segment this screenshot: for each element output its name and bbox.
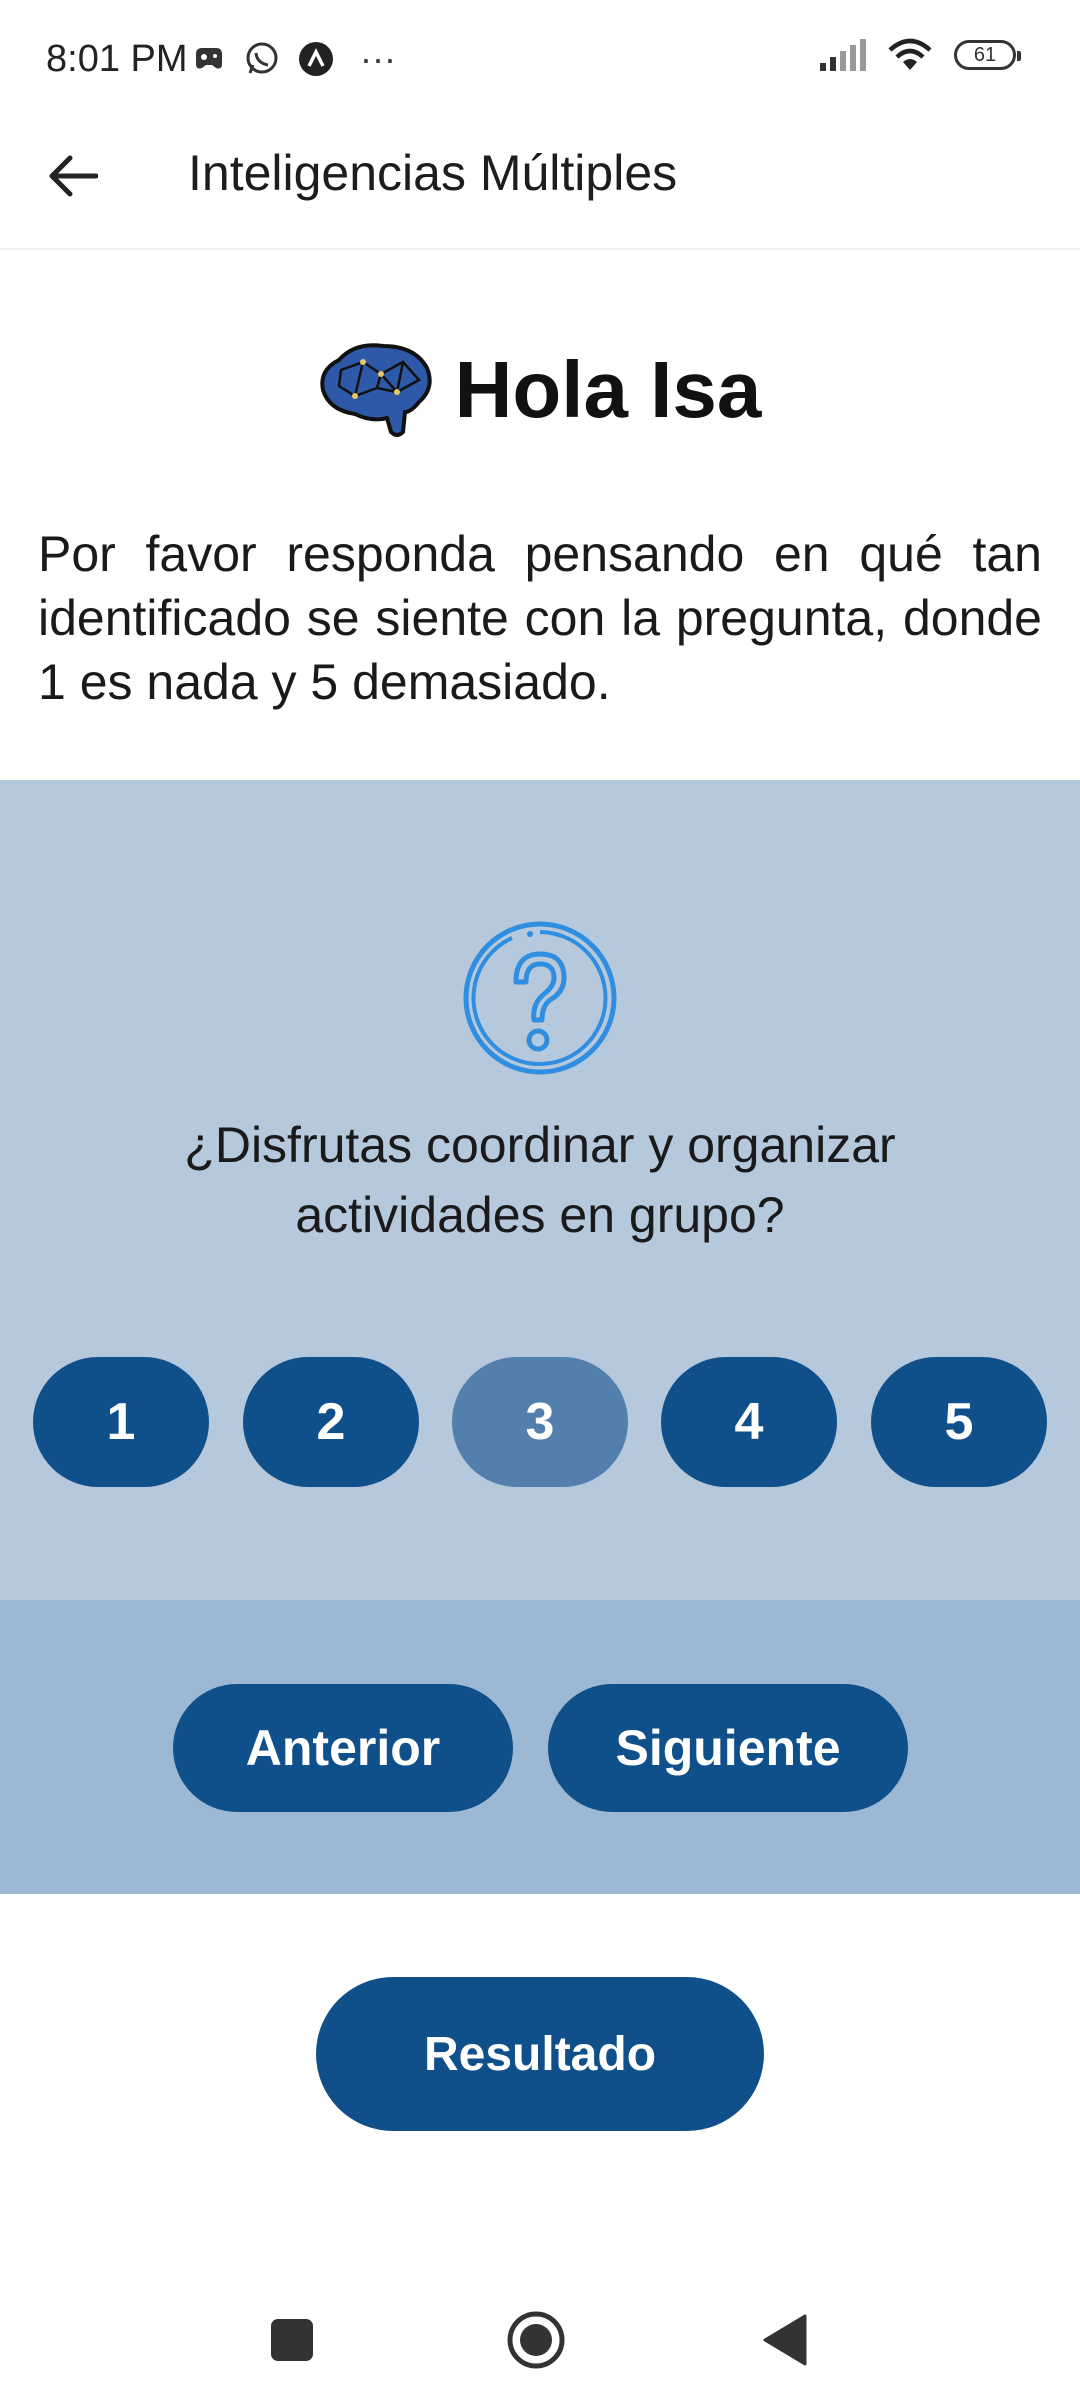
page-title: Inteligencias Múltiples [188,145,678,201]
square-icon [271,2319,313,2361]
question-navigation: Anterior Siguiente [0,1600,1080,1894]
answer-option-3[interactable]: 3 [452,1357,628,1487]
greeting-title: Hola Isa [454,345,762,434]
next-button[interactable]: Siguiente [548,1684,908,1812]
system-navigation-bar [0,2280,1080,2400]
answer-option-2[interactable]: 2 [243,1357,419,1487]
app-icon [298,41,334,77]
more-notifications-icon: ··· [360,38,396,79]
arrow-left-icon [49,155,98,197]
answer-option-4[interactable]: 4 [661,1357,837,1487]
previous-button[interactable]: Anterior [173,1684,513,1812]
battery-icon: 61 [954,40,1021,70]
whatsapp-icon [244,41,280,77]
question-panel: ¿Disfrutas coordinar y organizar activid… [0,780,1080,1600]
status-bar: 8:01 PM ··· 61 [0,0,1080,120]
signal-icon [818,39,866,71]
back-button[interactable] [36,140,108,212]
game-controller-icon [192,44,226,74]
status-time: 8:01 PM [46,38,188,80]
app-bar: Inteligencias Múltiples [0,120,1080,250]
recent-apps-button[interactable] [260,2308,324,2372]
greeting-header: Hola Isa [0,340,1080,440]
instructions-text: Por favor responda pensando en qué tan i… [38,526,1042,710]
answer-option-5[interactable]: 5 [871,1357,1047,1487]
question-text: ¿Disfrutas coordinar y organizar activid… [184,1117,896,1243]
result-button[interactable]: Resultado [316,1977,764,2131]
wifi-icon [888,38,932,72]
home-circle-icon [507,2311,565,2369]
answer-option-1[interactable]: 1 [33,1357,209,1487]
answer-scale: 1 2 3 4 5 [0,1357,1080,1487]
home-button[interactable] [504,2308,568,2372]
brain-icon [319,340,433,440]
triangle-back-icon [763,2314,807,2366]
question-circle-icon [463,921,617,1075]
back-nav-button[interactable] [752,2308,816,2372]
